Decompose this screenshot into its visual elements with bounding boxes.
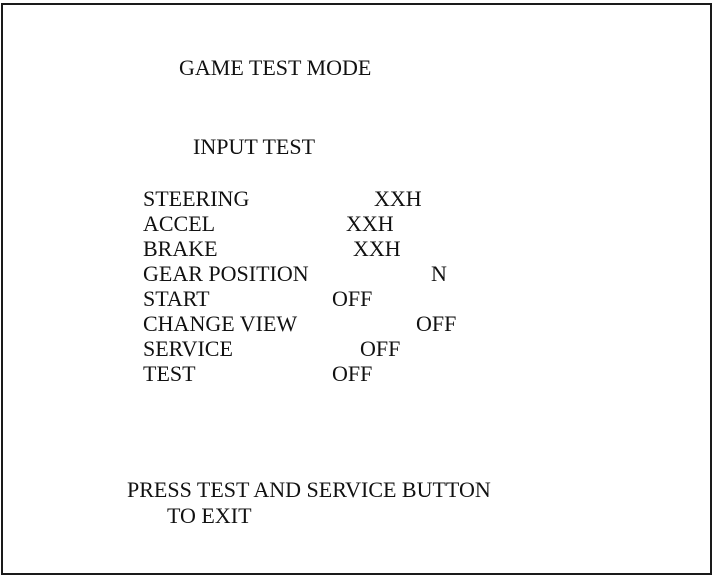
exit-instruction: PRESS TEST AND SERVICE BUTTON bbox=[127, 477, 491, 502]
screen-subtitle: INPUT TEST bbox=[193, 134, 316, 159]
input-value: XXH bbox=[346, 211, 394, 236]
input-value: XXH bbox=[353, 236, 401, 261]
input-label: GEAR POSITION bbox=[143, 261, 309, 286]
input-value: OFF bbox=[360, 336, 401, 361]
exit-instruction-continued: TO EXIT bbox=[167, 503, 252, 528]
test-mode-screen: GAME TEST MODE INPUT TEST STEERING XXH A… bbox=[1, 3, 712, 575]
input-value: OFF bbox=[332, 361, 373, 386]
input-label: CHANGE VIEW bbox=[143, 311, 298, 336]
input-value: OFF bbox=[416, 311, 457, 336]
input-label: SERVICE bbox=[143, 336, 233, 361]
input-label: STEERING bbox=[143, 186, 250, 211]
input-label: ACCEL bbox=[143, 211, 216, 236]
input-label: BRAKE bbox=[143, 236, 218, 261]
input-label: TEST bbox=[143, 361, 196, 386]
input-label: START bbox=[143, 286, 210, 311]
input-value: N bbox=[431, 261, 447, 286]
input-value: XXH bbox=[374, 186, 422, 211]
screen-title: GAME TEST MODE bbox=[179, 55, 372, 80]
input-value: OFF bbox=[332, 286, 373, 311]
